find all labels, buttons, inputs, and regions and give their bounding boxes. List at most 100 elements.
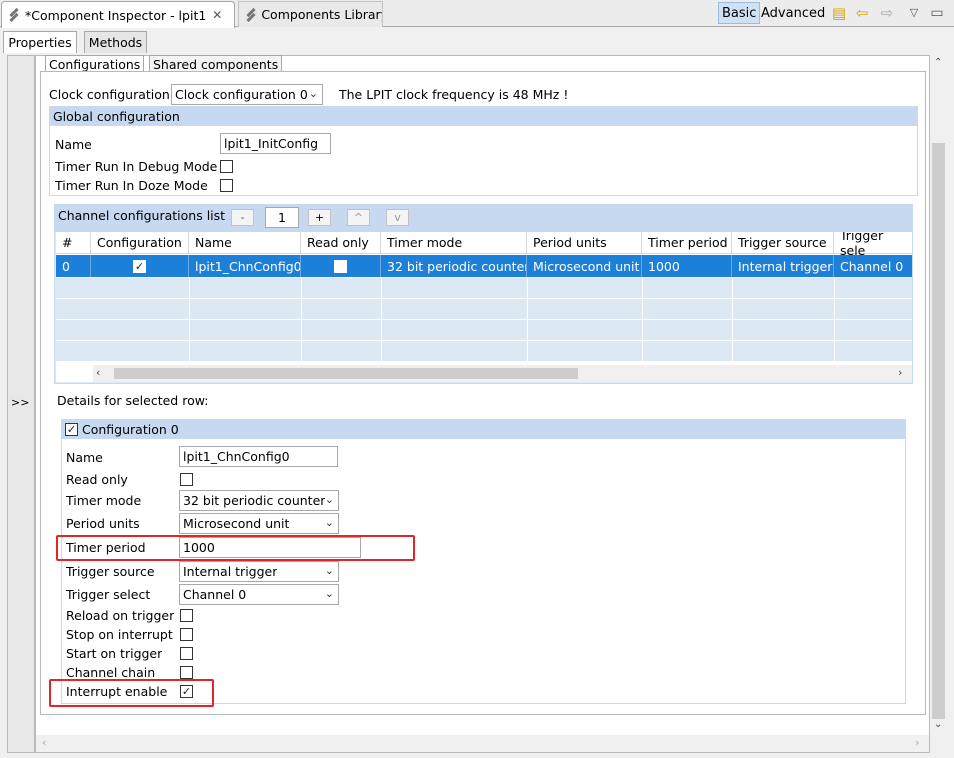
row-read-only-cell[interactable] xyxy=(301,255,381,277)
detail-period-units-label: Period units xyxy=(66,516,140,531)
column-header-timer-period[interactable]: Timer period xyxy=(642,232,732,254)
content-horizontal-scrollbar[interactable]: ‹ › xyxy=(36,735,929,752)
tab-configurations-label: Configurations xyxy=(49,56,141,72)
row-configuration-cell[interactable]: ✓ xyxy=(91,255,189,277)
row-timer-period-cell[interactable]: 1000 xyxy=(642,255,732,277)
detail-name-label: Name xyxy=(66,450,103,465)
debug-mode-label: Timer Run In Debug Mode xyxy=(55,159,218,174)
minimize-icon[interactable]: ▭ xyxy=(927,3,947,23)
row-count-value: 1 xyxy=(278,210,286,225)
tab-components-library[interactable]: Components Library xyxy=(238,1,383,27)
tab-properties[interactable]: Properties xyxy=(3,31,77,53)
clock-config-select[interactable]: Clock configuration 0 ⌄ xyxy=(171,84,323,105)
detail-timer-period-field[interactable]: 1000 xyxy=(179,537,361,558)
scroll-right-icon[interactable]: › xyxy=(898,366,902,379)
scroll-right-icon[interactable]: › xyxy=(915,736,919,749)
column-header-configuration[interactable]: Configuration xyxy=(91,232,189,254)
clock-config-value: Clock configuration 0 xyxy=(175,87,308,102)
move-up-button[interactable]: ^ xyxy=(347,209,370,226)
row-name-cell[interactable]: lpit1_ChnConfig0 xyxy=(189,255,301,277)
view-menu-icon[interactable]: ▽ xyxy=(904,3,924,23)
advanced-mode-button[interactable]: Advanced xyxy=(758,2,828,24)
row-read-only-checkbox[interactable] xyxy=(334,259,347,273)
row-timer-mode-cell[interactable]: 32 bit periodic counter xyxy=(381,255,527,277)
table-horizontal-scrollbar[interactable]: ‹ › xyxy=(93,365,912,382)
global-config-header: Global configuration xyxy=(49,106,918,126)
empty-table-row xyxy=(56,299,912,320)
empty-table-row xyxy=(56,278,912,299)
empty-table-row xyxy=(56,320,912,341)
column-divider xyxy=(642,278,643,362)
detail-name-field[interactable]: lpit1_ChnConfig0 xyxy=(179,446,338,467)
clock-frequency-text: The LPIT clock frequency is 48 MHz ! xyxy=(339,87,569,102)
clock-config-label: Clock configuration xyxy=(49,87,170,102)
advanced-mode-label: Advanced xyxy=(761,5,826,21)
move-down-button[interactable]: v xyxy=(386,209,409,226)
configuration-group-checkbox[interactable]: ✓ xyxy=(65,422,78,436)
debug-mode-checkbox[interactable] xyxy=(220,160,233,173)
table-row[interactable]: 0 ✓ lpit1_ChnConfig0 32 bit periodic cou… xyxy=(56,255,912,277)
detail-trigger-select-label: Trigger select xyxy=(66,587,151,602)
stop-on-interrupt-checkbox[interactable] xyxy=(180,628,193,641)
column-divider xyxy=(732,278,733,362)
new-document-icon[interactable]: ▤ xyxy=(829,3,849,23)
column-divider xyxy=(834,278,835,362)
tab-shared-components[interactable]: Shared components xyxy=(149,55,283,72)
detail-trigger-source-select[interactable]: Internal trigger ⌄ xyxy=(179,561,339,582)
basic-mode-label: Basic xyxy=(722,5,757,21)
start-on-trigger-checkbox[interactable] xyxy=(180,647,193,660)
add-row-button[interactable]: + xyxy=(308,209,331,226)
scroll-left-icon[interactable]: ‹ xyxy=(96,366,100,379)
doze-mode-checkbox[interactable] xyxy=(220,179,233,192)
row-trigger-select-cell[interactable]: Channel 0 xyxy=(834,255,912,277)
scroll-down-icon[interactable]: ⌄ xyxy=(934,719,942,730)
empty-table-row xyxy=(56,341,912,362)
doze-mode-label: Timer Run In Doze Mode xyxy=(55,178,208,193)
detail-trigger-select-select[interactable]: Channel 0 ⌄ xyxy=(179,584,339,605)
scroll-left-icon[interactable]: ‹ xyxy=(42,736,46,749)
basic-mode-button[interactable]: Basic xyxy=(718,2,761,24)
row-count-field[interactable]: 1 xyxy=(265,207,299,228)
chevron-down-icon: ⌄ xyxy=(324,493,334,506)
tab-configurations[interactable]: Configurations xyxy=(45,55,145,72)
detail-timer-mode-select[interactable]: 32 bit periodic counter ⌄ xyxy=(179,490,339,511)
channel-list-title: Channel configurations list xyxy=(58,208,226,223)
column-divider xyxy=(527,278,528,362)
column-header-period-units[interactable]: Period units xyxy=(527,232,642,254)
forward-arrow-icon[interactable]: ⇨ xyxy=(877,3,897,23)
interrupt-enable-checkbox[interactable]: ✓ xyxy=(180,685,193,698)
global-name-value: lpit1_InitConfig xyxy=(224,136,319,151)
scroll-up-icon[interactable]: ⌃ xyxy=(934,57,942,68)
global-name-field[interactable]: lpit1_InitConfig xyxy=(220,133,331,154)
reload-on-trigger-checkbox[interactable] xyxy=(180,609,193,622)
column-header-name[interactable]: Name xyxy=(189,232,301,254)
channel-chain-checkbox[interactable] xyxy=(180,666,193,679)
close-icon[interactable]: ✕ xyxy=(212,8,222,22)
component-chip-icon xyxy=(244,7,257,22)
vertical-scroll-thumb[interactable] xyxy=(932,143,945,719)
horizontal-scroll-thumb[interactable] xyxy=(114,368,578,379)
column-header-trigger-select[interactable]: Trigger sele xyxy=(834,232,912,258)
tab-methods-label: Methods xyxy=(88,35,143,50)
detail-trigger-source-value: Internal trigger xyxy=(183,564,278,579)
tab-component-inspector[interactable]: *Component Inspector - lpit1 ✕ xyxy=(1,1,235,28)
row-configuration-checkbox[interactable]: ✓ xyxy=(133,259,146,273)
detail-trigger-select-value: Channel 0 xyxy=(183,587,247,602)
content-vertical-scrollbar[interactable]: ⌃ ⌄ xyxy=(930,55,948,735)
details-heading: Details for selected row: xyxy=(57,393,209,408)
tab-properties-label: Properties xyxy=(8,35,72,50)
expand-panel-button[interactable]: >> xyxy=(11,396,29,409)
row-trigger-source-cell[interactable]: Internal trigger xyxy=(732,255,834,277)
tab-methods[interactable]: Methods xyxy=(84,31,147,53)
remove-row-button[interactable]: - xyxy=(231,209,254,226)
column-header-timer-mode[interactable]: Timer mode xyxy=(381,232,527,254)
column-header-index[interactable]: # xyxy=(56,232,91,254)
row-period-units-cell[interactable]: Microsecond unit xyxy=(527,255,642,277)
detail-read-only-checkbox[interactable] xyxy=(180,473,193,486)
detail-period-units-select[interactable]: Microsecond unit ⌄ xyxy=(179,513,339,534)
back-arrow-icon[interactable]: ⇦ xyxy=(852,3,872,23)
column-header-read-only[interactable]: Read only xyxy=(301,232,381,254)
column-header-trigger-source[interactable]: Trigger source xyxy=(732,232,834,254)
configuration-group-title: Configuration 0 xyxy=(82,421,179,437)
component-chip-icon xyxy=(7,7,21,23)
